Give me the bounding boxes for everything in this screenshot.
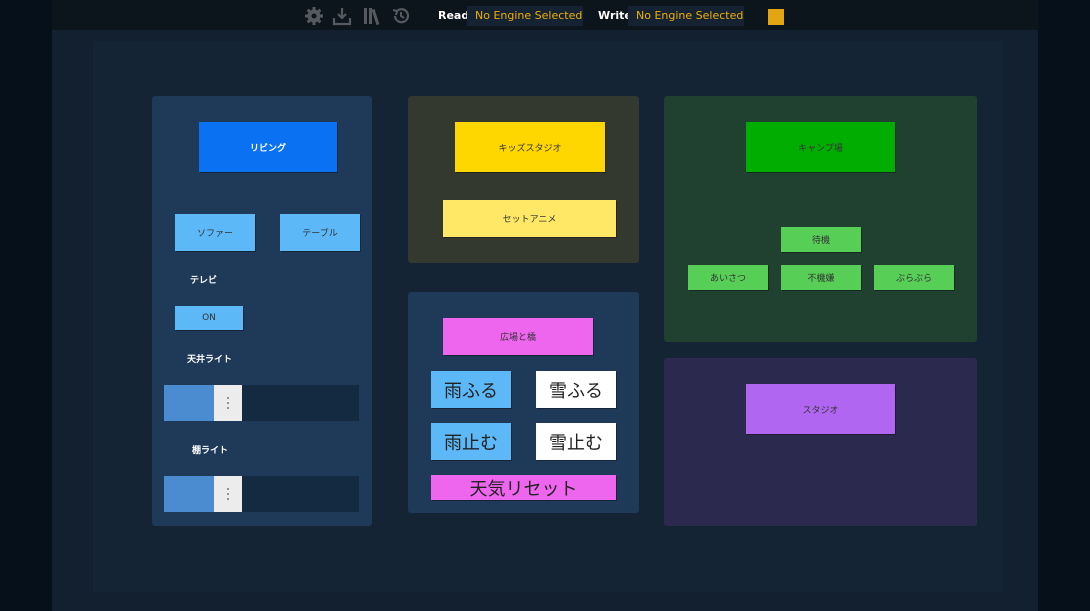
standby-button[interactable]: 待機 [781, 227, 861, 252]
kids-studio-button[interactable]: キッズスタジオ [455, 122, 605, 172]
write-engine-select[interactable]: No Engine Selected [628, 6, 744, 26]
history-icon[interactable] [391, 6, 411, 26]
greet-button[interactable]: あいさつ [688, 265, 768, 290]
slider-fill [164, 476, 214, 512]
rain-off-button[interactable]: 雨止む [431, 423, 511, 460]
camp-button[interactable]: キャンプ場 [746, 122, 895, 172]
living-panel: リビング ソファー テーブル テレビ ON 天井ライト 棚ライト [152, 96, 372, 526]
library-icon[interactable] [362, 6, 382, 26]
kids-studio-panel: キッズスタジオ セットアニメ [408, 96, 639, 263]
tv-on-button[interactable]: ON [175, 306, 243, 330]
moody-button[interactable]: 不機嫌 [781, 265, 861, 290]
top-toolbar: Read: No Engine Selected Write: No Engin… [52, 0, 1038, 30]
set-anime-button[interactable]: セットアニメ [443, 200, 616, 237]
ceiling-light-slider[interactable] [164, 385, 359, 421]
living-button[interactable]: リビング [199, 122, 337, 172]
rain-on-button[interactable]: 雨ふる [431, 371, 511, 408]
studio-panel: スタジオ [664, 358, 977, 526]
read-engine-select[interactable]: No Engine Selected [467, 6, 583, 26]
status-indicator[interactable] [768, 9, 784, 25]
ceiling-light-label: 天井ライト [187, 355, 233, 365]
snow-on-button[interactable]: 雪ふる [536, 371, 616, 408]
tv-label: テレビ [190, 276, 218, 286]
plaza-bridge-button[interactable]: 広場と橋 [443, 318, 593, 355]
shelf-light-label: 棚ライト [192, 446, 229, 456]
sofa-button[interactable]: ソファー [175, 214, 255, 251]
weather-reset-button[interactable]: 天気リセット [431, 475, 616, 500]
shelf-light-slider[interactable] [164, 476, 359, 512]
app-window: Read: No Engine Selected Write: No Engin… [52, 0, 1038, 611]
slider-fill [164, 385, 214, 421]
slider-handle[interactable] [214, 385, 242, 421]
scene-canvas: リビング ソファー テーブル テレビ ON 天井ライト 棚ライト キッズスタジオ… [93, 41, 1002, 592]
wander-button[interactable]: ぶらぶら [874, 265, 954, 290]
camp-panel: キャンプ場 待機 あいさつ 不機嫌 ぶらぶら [664, 96, 977, 342]
plaza-panel: 広場と橋 雨ふる 雪ふる 雨止む 雪止む 天気リセット [408, 292, 639, 513]
table-button[interactable]: テーブル [280, 214, 360, 251]
download-icon[interactable] [332, 6, 352, 26]
slider-handle[interactable] [214, 476, 242, 512]
studio-button[interactable]: スタジオ [746, 384, 895, 434]
gear-icon[interactable] [304, 6, 324, 26]
snow-off-button[interactable]: 雪止む [536, 423, 616, 460]
